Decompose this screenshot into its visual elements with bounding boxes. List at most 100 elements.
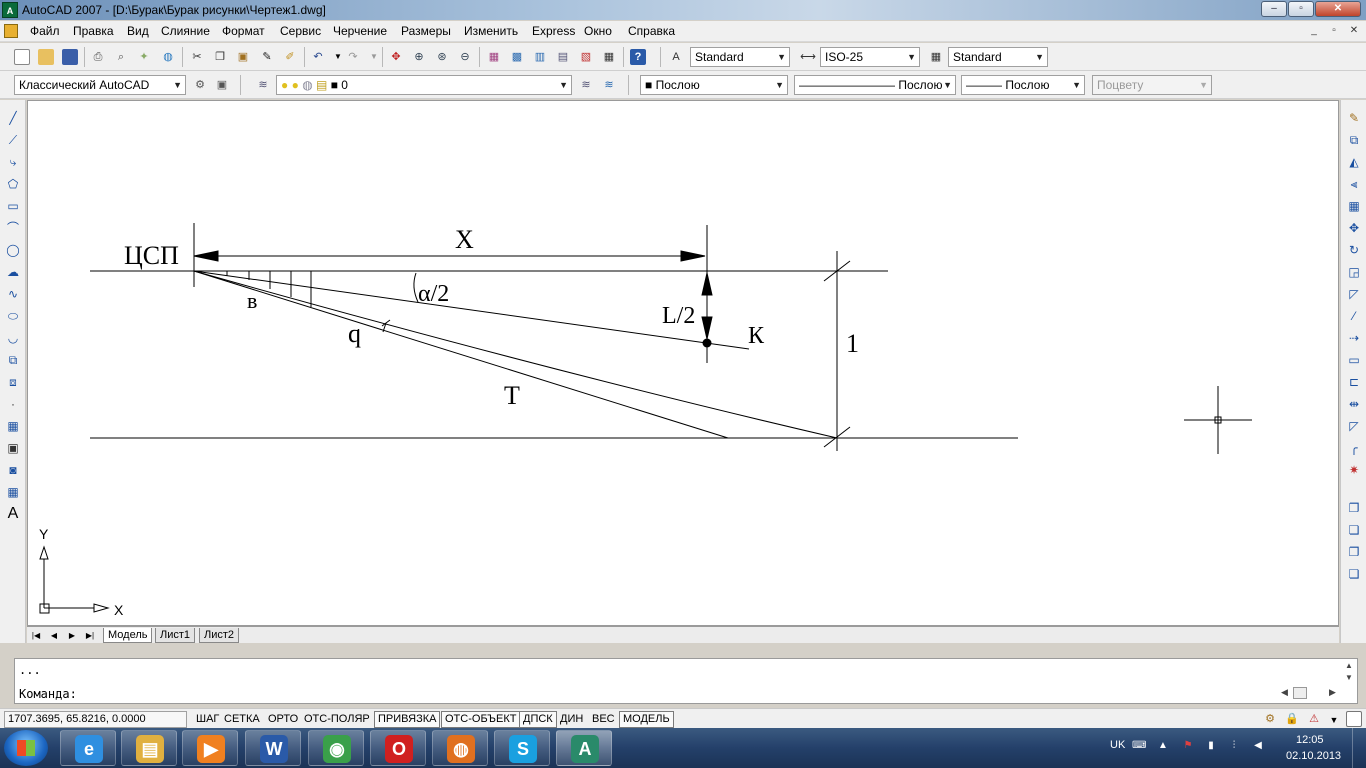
horizontal-scroll-thumb[interactable] [1293,687,1307,699]
text-style-icon[interactable]: A [668,49,684,65]
copy-object-icon[interactable]: ⧉ [1346,132,1362,148]
layer-freeze-icon[interactable]: ● [292,78,299,92]
show-hidden-icons[interactable]: ▲ [1157,740,1169,752]
open-icon[interactable] [38,49,54,65]
print-icon[interactable]: ⎙ [90,49,106,65]
publish-icon[interactable]: ✦ [136,49,152,65]
print-preview-icon[interactable]: ⌕ [113,49,129,65]
battery-icon[interactable]: ▮ [1205,740,1217,752]
menu-merge[interactable]: Слияние [161,24,210,38]
construction-line-icon[interactable]: ⟋ [5,132,21,148]
stretch-icon[interactable]: ◸ [1346,286,1362,302]
taskbar-app-chrome[interactable]: ◉ [308,730,364,766]
menu-file[interactable]: Файл [30,24,60,38]
show-desktop-button[interactable] [1352,728,1366,768]
paste-icon[interactable]: ▣ [235,49,251,65]
cut-icon[interactable]: ✂ [189,49,205,65]
ortho-toggle[interactable]: ОРТО [264,711,302,728]
taskbar-app-opera[interactable]: O [370,730,426,766]
autocad-icon[interactable]: A [2,2,18,18]
tab-sheet1[interactable]: Лист1 [155,628,196,643]
osnap-toggle[interactable]: ПРИВЯЗКА [374,711,441,728]
explode-icon[interactable]: ✷ [1346,462,1362,478]
tab-sheet2[interactable]: Лист2 [199,628,240,643]
menu-express[interactable]: Express [532,24,575,38]
lwt-toggle[interactable]: ВЕС [588,711,619,728]
block-editor-icon[interactable]: ✐ [282,49,298,65]
clock-date[interactable]: 02.10.2013 [1286,750,1341,762]
redo-icon[interactable]: ↷ [345,49,361,65]
menu-format[interactable]: Формат [222,24,265,38]
tab-model[interactable]: Модель [103,628,153,643]
zoom-previous-icon[interactable]: ⊖ [457,49,473,65]
chamfer-icon[interactable]: ◸ [1346,418,1362,434]
mirror-icon[interactable]: ◭ [1346,154,1362,170]
clock-time[interactable]: 12:05 [1296,734,1324,746]
layer-properties-icon[interactable]: ≋ [255,77,271,93]
menu-dimension[interactable]: Размеры [401,24,451,38]
help-icon[interactable]: ? [630,49,646,65]
first-tab-button[interactable]: |◀ [29,629,43,642]
undo-icon[interactable]: ↶ [310,49,326,65]
menu-edit[interactable]: Правка [73,24,114,38]
arc-icon[interactable]: ⌒ [5,220,21,236]
bring-above-icon[interactable]: ❐ [1346,544,1362,560]
polar-toggle[interactable]: ОТС-ПОЛЯР [300,711,374,728]
web-icon[interactable]: ◍ [160,49,176,65]
properties-icon[interactable]: ▦ [486,49,502,65]
lineweight-select[interactable]: ——— Послою ▼ [961,75,1085,95]
point-icon[interactable]: · [5,396,21,412]
table-style-icon[interactable]: ▦ [928,49,944,65]
tool-palettes-icon[interactable]: ▥ [532,49,548,65]
sheet-set-icon[interactable]: ▤ [555,49,571,65]
taskbar-app-media[interactable]: ▶ [182,730,238,766]
menu-modify[interactable]: Изменить [464,24,518,38]
otrack-toggle[interactable]: ОТС-ОБЪЕКТ [441,711,521,728]
extend-icon[interactable]: ⇢ [1346,330,1362,346]
move-icon[interactable]: ✥ [1346,220,1362,236]
command-prompt[interactable]: Команда: [19,687,77,701]
zoom-realtime-icon[interactable]: ⊕ [411,49,427,65]
bring-to-front-icon[interactable]: ❐ [1346,500,1362,516]
spline-icon[interactable]: ∿ [5,286,21,302]
table-icon[interactable]: ▦ [5,484,21,500]
design-center-icon[interactable]: ▩ [509,49,525,65]
layer-lock-icon[interactable]: ◍ [302,78,312,92]
document-icon[interactable] [4,24,18,38]
ellipse-icon[interactable]: ⬭ [5,308,21,324]
layer-plot-icon[interactable]: ▤ [316,78,327,92]
clean-screen-icon[interactable] [1346,711,1362,727]
menu-view[interactable]: Вид [127,24,149,38]
save-icon[interactable] [62,49,78,65]
grid-toggle[interactable]: СЕТКА [220,711,264,728]
new-icon[interactable] [14,49,30,65]
color-select[interactable]: ■ Послою ▼ [640,75,788,95]
pan-icon[interactable]: ✥ [388,49,404,65]
command-window[interactable]: ... Команда: ▲ ▼ ◀ ▶ [14,658,1358,704]
network-flag-icon[interactable]: ⚑ [1182,740,1194,752]
mdi-close-button[interactable]: ✕ [1346,24,1362,39]
ducs-toggle[interactable]: ДПСК [519,711,557,728]
gradient-icon[interactable]: ▣ [5,440,21,456]
layer-select[interactable]: ● ● ◍ ▤ ■ 0 ▼ [276,75,572,95]
join-icon[interactable]: ⇹ [1346,396,1362,412]
calculator-icon[interactable]: ▦ [601,49,617,65]
markup-icon[interactable]: ▧ [578,49,594,65]
save-workspace-icon[interactable]: ▣ [214,77,230,93]
scroll-left-icon[interactable]: ◀ [1281,687,1288,698]
make-current-layer-icon[interactable]: ≋ [578,77,594,93]
workspace-settings-icon[interactable]: ⚙ [192,77,208,93]
scroll-up-icon[interactable]: ▲ [1343,661,1355,671]
minimize-button[interactable]: – [1261,1,1287,17]
model-toggle[interactable]: МОДЕЛЬ [619,711,674,728]
send-to-back-icon[interactable]: ❏ [1346,522,1362,538]
send-under-icon[interactable]: ❏ [1346,566,1362,582]
taskbar-app-explorer[interactable]: ▤ [121,730,177,766]
cad-standards-icon[interactable]: ⚠ [1306,711,1322,727]
fillet-icon[interactable]: ╭ [1346,440,1362,456]
coordinate-readout[interactable]: 1707.3695, 65.8216, 0.0000 [4,711,187,728]
start-button[interactable] [4,730,48,766]
text-style-select[interactable]: Standard ▼ [690,47,790,67]
prev-tab-button[interactable]: ◀ [47,629,61,642]
dim-style-icon[interactable]: ⟷ [800,49,816,65]
